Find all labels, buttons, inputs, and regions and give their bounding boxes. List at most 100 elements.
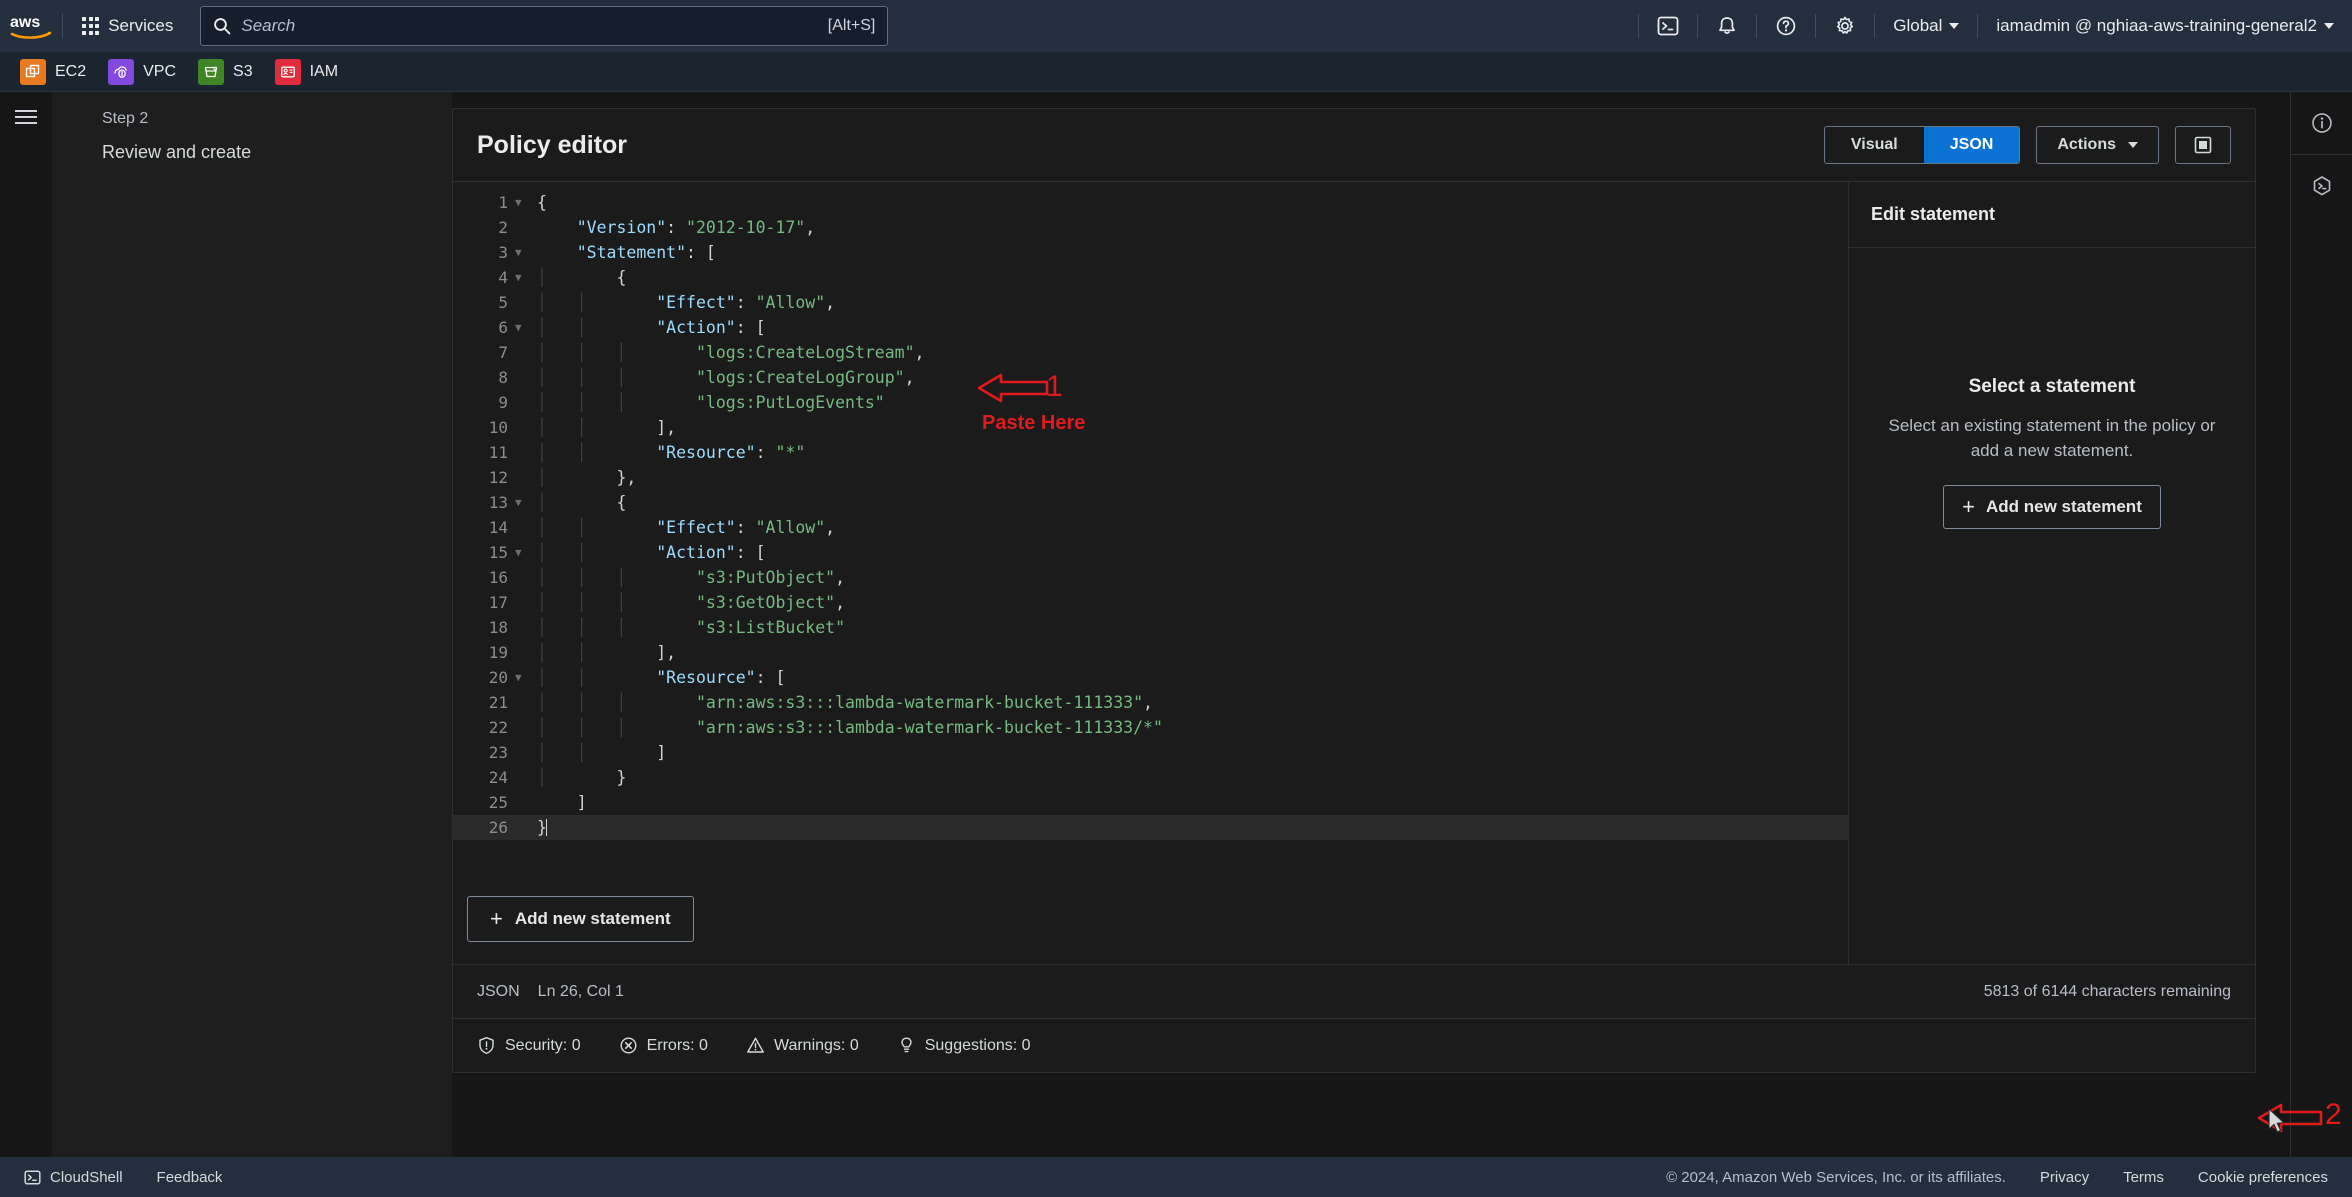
policy-editor-panel: Policy editor Visual JSON Actions 1 ▼ {… bbox=[452, 108, 2256, 1073]
actions-label: Actions bbox=[2057, 136, 2116, 153]
code-line[interactable]: 26} bbox=[453, 815, 1848, 840]
help-question-icon[interactable] bbox=[1757, 0, 1815, 52]
code-line[interactable]: 16 │ │ │ "s3:PutObject", bbox=[453, 565, 1848, 590]
panel-header-actions: Visual JSON Actions bbox=[1823, 126, 2231, 164]
code-text: │ { bbox=[537, 493, 627, 512]
bottom-status-bar: CloudShell Feedback © 2024, Amazon Web S… bbox=[0, 1157, 2352, 1197]
line-number: 1 bbox=[498, 193, 508, 212]
code-line[interactable]: 18 │ │ │ "s3:ListBucket" bbox=[453, 615, 1848, 640]
line-number: 3 bbox=[498, 243, 508, 262]
code-line[interactable]: 22 │ │ │ "arn:aws:s3:::lambda-watermark-b… bbox=[453, 715, 1848, 740]
code-line[interactable]: 24 │ } bbox=[453, 765, 1848, 790]
code-line[interactable]: 6 ▼ │ │ "Action": [ bbox=[453, 315, 1848, 340]
diagnostic-security[interactable]: Security: 0 bbox=[477, 1036, 581, 1055]
line-number: 23 bbox=[488, 743, 508, 762]
warning-triangle-icon bbox=[747, 1037, 764, 1053]
cloudshell-icon[interactable] bbox=[1639, 0, 1697, 52]
line-number: 18 bbox=[488, 618, 508, 637]
code-line[interactable]: 14 │ │ "Effect": "Allow", bbox=[453, 515, 1848, 540]
fold-toggle-icon[interactable]: ▼ bbox=[515, 671, 537, 684]
fold-toggle-icon[interactable]: ▼ bbox=[515, 321, 537, 334]
notifications-bell-icon[interactable] bbox=[1698, 0, 1756, 52]
code-line[interactable]: 19 │ │ ], bbox=[453, 640, 1848, 665]
code-line[interactable]: 5 │ │ "Effect": "Allow", bbox=[453, 290, 1848, 315]
code-line[interactable]: 21 │ │ │ "arn:aws:s3:::lambda-watermark-b… bbox=[453, 690, 1848, 715]
shortcut-s3[interactable]: S3 bbox=[198, 58, 253, 85]
terms-link[interactable]: Terms bbox=[2123, 1169, 2164, 1186]
actions-dropdown-button[interactable]: Actions bbox=[2036, 126, 2159, 164]
code-line[interactable]: 1 ▼{ bbox=[453, 190, 1848, 215]
diagnostic-suggestions[interactable]: Suggestions: 0 bbox=[897, 1036, 1031, 1055]
account-menu[interactable]: iamadmin @ nghiaa-aws-training-general2 bbox=[1978, 0, 2352, 52]
fold-toggle-icon[interactable]: ▼ bbox=[515, 271, 537, 284]
line-number: 14 bbox=[488, 518, 508, 537]
diagnostic-warnings[interactable]: Warnings: 0 bbox=[746, 1036, 859, 1055]
hamburger-menu-icon[interactable] bbox=[15, 110, 37, 124]
region-label: Global bbox=[1893, 16, 1943, 35]
code-text: ] bbox=[537, 793, 587, 812]
fullscreen-button[interactable] bbox=[2175, 126, 2231, 164]
line-number: 13 bbox=[488, 493, 508, 512]
diagnostic-errors[interactable]: Errors: 0 bbox=[619, 1036, 708, 1055]
plus-icon: + bbox=[490, 906, 503, 931]
line-number: 5 bbox=[498, 293, 508, 312]
code-text: │ │ │ "logs:PutLogEvents" bbox=[537, 393, 885, 412]
settings-gear-icon[interactable] bbox=[1816, 0, 1874, 52]
fold-toggle-icon[interactable]: ▼ bbox=[515, 196, 537, 209]
code-line[interactable]: 20 ▼ │ │ "Resource": [ bbox=[453, 665, 1848, 690]
shortcut-iam[interactable]: IAM bbox=[274, 58, 338, 85]
code-line[interactable]: 10 │ │ ], bbox=[453, 415, 1848, 440]
code-line[interactable]: 25 ] bbox=[453, 790, 1848, 815]
code-line[interactable]: 13 ▼ │ { bbox=[453, 490, 1848, 515]
sidebar-item-review-and-create[interactable]: Review and create bbox=[102, 142, 452, 163]
privacy-link[interactable]: Privacy bbox=[2040, 1169, 2089, 1186]
info-panel-button[interactable] bbox=[2291, 92, 2352, 154]
code-line[interactable]: 11 │ │ "Resource": "*" bbox=[453, 440, 1848, 465]
code-line[interactable]: 15 ▼ │ │ "Action": [ bbox=[453, 540, 1848, 565]
shortcut-vpc[interactable]: VPC bbox=[108, 58, 176, 85]
code-text: │ │ ] bbox=[537, 743, 667, 762]
fold-toggle-icon[interactable]: ▼ bbox=[515, 546, 537, 559]
add-new-statement-button[interactable]: + Add new statement bbox=[467, 896, 694, 942]
json-editor[interactable]: 1 ▼{2 "Version": "2012-10-17", 3 ▼ "Stateme… bbox=[453, 182, 1849, 964]
code-line[interactable]: 17 │ │ │ "s3:GetObject", bbox=[453, 590, 1848, 615]
side-add-new-statement-button[interactable]: + Add new statement bbox=[1943, 485, 2161, 530]
code-line[interactable]: 4 ▼ │ { bbox=[453, 265, 1848, 290]
code-lines-container[interactable]: 1 ▼{2 "Version": "2012-10-17", 3 ▼ "Stateme… bbox=[453, 182, 1848, 882]
cookie-preferences-link[interactable]: Cookie preferences bbox=[2198, 1169, 2328, 1186]
feedback-link[interactable]: Feedback bbox=[157, 1169, 223, 1186]
services-menu-button[interactable]: Services bbox=[67, 9, 188, 43]
code-text: │ │ "Action": [ bbox=[537, 543, 766, 562]
fold-toggle-icon[interactable]: ▼ bbox=[515, 496, 537, 509]
fold-toggle-icon[interactable]: ▼ bbox=[515, 246, 537, 259]
tab-json[interactable]: JSON bbox=[1923, 127, 2020, 163]
code-line[interactable]: 7 │ │ │ "logs:CreateLogStream", bbox=[453, 340, 1848, 365]
grid-icon bbox=[82, 17, 100, 35]
cloudshell-panel-button[interactable] bbox=[2291, 155, 2352, 217]
region-selector[interactable]: Global bbox=[1875, 0, 1977, 52]
search-input[interactable]: Search [Alt+S] bbox=[200, 6, 889, 46]
line-number: 7 bbox=[498, 343, 508, 362]
code-line[interactable]: 23 │ │ ] bbox=[453, 740, 1848, 765]
search-shortcut-hint: [Alt+S] bbox=[827, 17, 876, 34]
nav-right-group: Global iamadmin @ nghiaa-aws-training-ge… bbox=[1638, 0, 2352, 52]
cloudshell-hex-icon bbox=[2313, 176, 2330, 196]
code-line[interactable]: 2 "Version": "2012-10-17", bbox=[453, 215, 1848, 240]
code-text: │ │ │ "logs:CreateLogStream", bbox=[537, 343, 925, 362]
code-line[interactable]: 8 │ │ │ "logs:CreateLogGroup", bbox=[453, 365, 1848, 390]
code-line[interactable]: 3 ▼ "Statement": [ bbox=[453, 240, 1848, 265]
shortcut-ec2[interactable]: EC2 bbox=[20, 58, 86, 85]
page-title: Policy editor bbox=[477, 130, 628, 159]
line-number: 6 bbox=[498, 318, 508, 337]
code-text: │ │ │ "s3:PutObject", bbox=[537, 568, 846, 587]
cloudshell-launch-button[interactable]: CloudShell bbox=[24, 1169, 123, 1186]
s3-bucket-icon bbox=[198, 58, 225, 85]
code-line[interactable]: 12 │ }, bbox=[453, 465, 1848, 490]
shield-icon bbox=[479, 1037, 494, 1055]
code-line[interactable]: 9 │ │ │ "logs:PutLogEvents" bbox=[453, 390, 1848, 415]
info-circle-icon bbox=[2311, 113, 2332, 133]
line-number: 25 bbox=[488, 793, 508, 812]
aws-logo[interactable]: aws bbox=[0, 13, 62, 39]
chevron-down-icon bbox=[1949, 23, 1960, 29]
tab-visual[interactable]: Visual bbox=[1824, 127, 1924, 163]
